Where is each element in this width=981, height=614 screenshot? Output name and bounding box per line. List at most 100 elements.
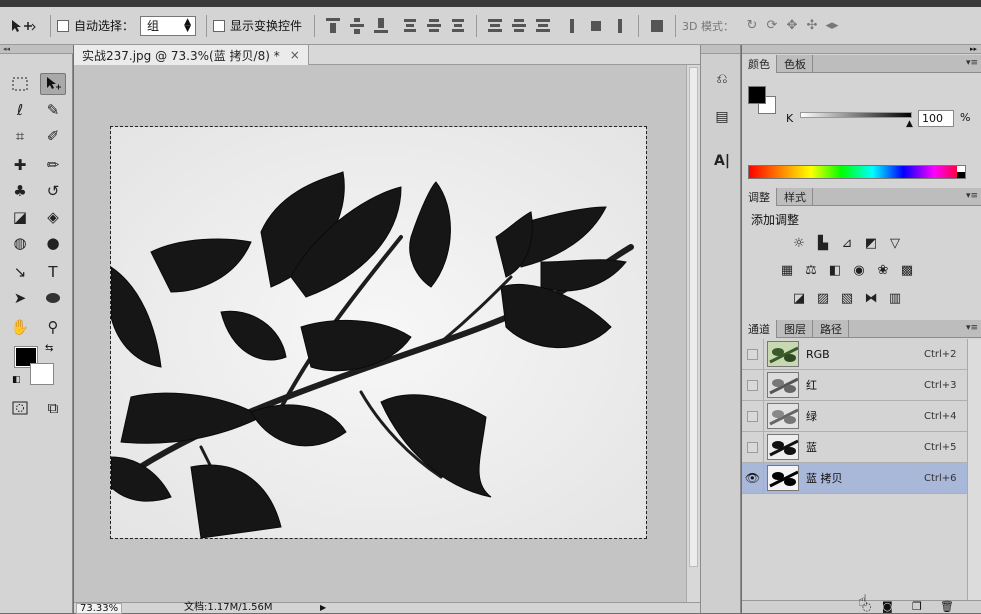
distribute-top-icon[interactable] xyxy=(486,17,504,35)
delete-channel-icon[interactable]: 🗑 xyxy=(940,600,954,613)
hand-tool-icon[interactable]: ✋ xyxy=(7,316,33,338)
levels-icon[interactable]: ▙ xyxy=(814,234,832,252)
channel-row-blue-copy[interactable]: 👁 蓝 拷贝 Ctrl+6 xyxy=(742,462,967,494)
lasso-tool-icon[interactable]: ℓ xyxy=(7,99,33,121)
panel-menu-icon[interactable]: ▾≡ xyxy=(966,323,978,333)
k-slider-thumb-icon[interactable]: ▲ xyxy=(906,119,913,129)
channel-row-rgb[interactable]: RGB Ctrl+2 xyxy=(742,338,967,370)
eraser-tool-icon[interactable]: ◪ xyxy=(7,206,33,228)
align-bottom-icon[interactable] xyxy=(372,17,390,35)
new-channel-icon[interactable]: ❐ xyxy=(912,600,922,613)
history-panel-icon[interactable]: ⎌ xyxy=(710,67,734,91)
distribute-vcenter-icon[interactable] xyxy=(510,17,528,35)
zoom-field[interactable]: 73.33% xyxy=(76,603,123,614)
canvas-area[interactable] xyxy=(74,65,686,602)
marquee-tool-icon[interactable] xyxy=(7,73,33,95)
vibrance-icon[interactable]: ▽ xyxy=(886,234,904,252)
tab-layers[interactable]: 图层 xyxy=(778,320,813,338)
gradient-map-icon[interactable]: ▥ xyxy=(886,289,904,307)
zoom-tool-icon[interactable]: ⚲ xyxy=(40,316,66,338)
ellipse-tool-icon[interactable] xyxy=(40,287,66,309)
brightness-contrast-icon[interactable]: ☼ xyxy=(790,234,808,252)
align-vcenter-icon[interactable] xyxy=(348,17,366,35)
tab-swatches[interactable]: 色板 xyxy=(778,55,813,73)
strip-grip[interactable] xyxy=(701,45,740,54)
align-left-icon[interactable] xyxy=(401,17,419,35)
background-color-swatch[interactable] xyxy=(30,363,54,385)
quick-selection-tool-icon[interactable]: ✎ xyxy=(40,99,66,121)
move-tool-icon[interactable] xyxy=(40,73,66,95)
eyedropper-tool-icon[interactable]: ✐ xyxy=(40,125,66,147)
threshold-icon[interactable]: ▧ xyxy=(838,289,856,307)
close-tab-icon[interactable]: × xyxy=(290,48,300,62)
channel-row-blue[interactable]: 蓝 Ctrl+5 xyxy=(742,431,967,463)
tab-adjustments[interactable]: 调整 xyxy=(742,188,777,206)
tab-channels[interactable]: 通道 xyxy=(742,320,777,338)
panel-menu-icon[interactable]: ▾≡ xyxy=(966,191,978,201)
align-top-icon[interactable] xyxy=(324,17,342,35)
crop-tool-icon[interactable]: ⌗ xyxy=(7,125,33,147)
3d-slide-icon[interactable]: ✣ xyxy=(802,15,822,37)
pen-tool-icon[interactable]: ↘ xyxy=(7,261,33,283)
quick-mask-icon[interactable] xyxy=(7,397,33,419)
auto-select-dropdown[interactable]: 组 ▲ ▼ xyxy=(140,15,197,36)
tab-styles[interactable]: 样式 xyxy=(778,188,813,206)
photo-filter-icon[interactable]: ◉ xyxy=(850,261,868,279)
channel-mixer-icon[interactable]: ❀ xyxy=(874,261,892,279)
hue-saturation-icon[interactable]: ▦ xyxy=(778,261,796,279)
distribute-bottom-icon[interactable] xyxy=(534,17,552,35)
color-balance-icon[interactable]: ⚖ xyxy=(802,261,820,279)
visibility-toggle[interactable] xyxy=(742,431,764,463)
actions-panel-icon[interactable]: ▤ xyxy=(710,105,734,129)
save-selection-icon[interactable]: ◙ xyxy=(882,600,893,613)
exposure-icon[interactable]: ◩ xyxy=(862,234,880,252)
channels-scrollbar[interactable] xyxy=(967,339,981,600)
panel-menu-icon[interactable]: ▾≡ xyxy=(966,58,978,68)
curves-icon[interactable]: ⊿ xyxy=(838,234,856,252)
show-transform-checkbox[interactable] xyxy=(213,19,226,32)
path-selection-tool-icon[interactable]: ➤ xyxy=(7,287,33,309)
3d-pan-icon[interactable]: ✥ xyxy=(782,15,802,37)
color-spectrum-ramp[interactable] xyxy=(748,165,966,179)
tab-paths[interactable]: 路径 xyxy=(814,320,849,338)
black-white-icon[interactable]: ◧ xyxy=(826,261,844,279)
clone-stamp-tool-icon[interactable]: ♣ xyxy=(7,180,33,202)
invert-icon[interactable]: ◪ xyxy=(790,289,808,307)
align-hcenter-icon[interactable] xyxy=(425,17,443,35)
posterize-icon[interactable]: ▨ xyxy=(814,289,832,307)
default-colors-icon[interactable]: ◧ xyxy=(12,375,21,385)
move-tool-preset-icon[interactable] xyxy=(0,15,44,37)
distribute-left-icon[interactable] xyxy=(563,17,581,35)
selective-color-icon[interactable]: ⧓ xyxy=(862,289,880,307)
3d-rotate-icon[interactable]: ↻ xyxy=(742,15,762,37)
character-panel-icon[interactable]: A| xyxy=(710,149,734,173)
blur-tool-icon[interactable]: ◍ xyxy=(7,232,33,254)
vertical-scrollbar[interactable] xyxy=(686,65,700,602)
channel-row-red[interactable]: 红 Ctrl+3 xyxy=(742,369,967,401)
toolbox-collapse-grip[interactable]: ◂◂ xyxy=(0,45,73,54)
type-tool-icon[interactable]: T xyxy=(40,261,66,283)
history-brush-tool-icon[interactable]: ↺ xyxy=(40,180,66,202)
visibility-toggle[interactable] xyxy=(742,369,764,401)
visibility-toggle[interactable]: 👁 xyxy=(742,462,764,494)
color-lookup-icon[interactable]: ▩ xyxy=(898,261,916,279)
distribute-right-icon[interactable] xyxy=(611,17,629,35)
scrollbar-thumb[interactable] xyxy=(689,67,698,567)
status-menu-arrow-icon[interactable]: ▶ xyxy=(320,603,326,613)
auto-align-icon[interactable] xyxy=(648,17,666,35)
brush-tool-icon[interactable]: ✏ xyxy=(40,154,66,176)
paint-bucket-tool-icon[interactable]: ◈ xyxy=(40,206,66,228)
panels-collapse-grip[interactable]: ▸▸ xyxy=(742,45,981,54)
image-canvas[interactable] xyxy=(110,126,647,539)
3d-roll-icon[interactable]: ⟳ xyxy=(762,15,782,37)
spot-healing-tool-icon[interactable]: ✚ xyxy=(7,154,33,176)
align-right-icon[interactable] xyxy=(449,17,467,35)
swap-colors-icon[interactable]: ⇆ xyxy=(45,343,53,354)
distribute-hcenter-icon[interactable] xyxy=(587,17,605,35)
tab-color[interactable]: 颜色 xyxy=(742,55,777,73)
auto-select-checkbox[interactable] xyxy=(57,19,69,32)
k-value-input[interactable]: 100 xyxy=(918,110,954,127)
channel-row-green[interactable]: 绿 Ctrl+4 xyxy=(742,400,967,432)
dodge-tool-icon[interactable]: ● xyxy=(40,232,66,254)
k-slider-track[interactable] xyxy=(800,112,912,118)
